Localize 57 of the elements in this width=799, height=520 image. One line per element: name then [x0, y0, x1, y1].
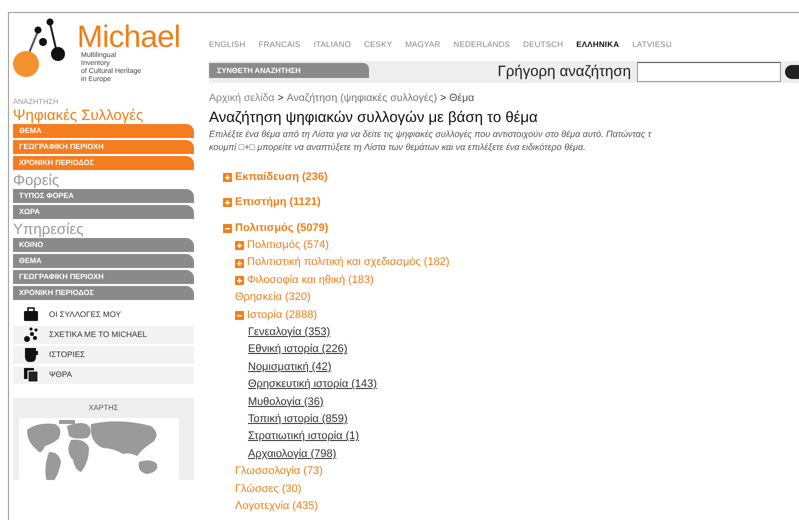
go-button[interactable] [785, 65, 799, 79]
expand-icon[interactable] [235, 276, 244, 285]
topic-link[interactable]: Πολιτιστική πολιτική και σχεδιασμός (182) [247, 254, 450, 272]
intro-text: Επιλέξτε ένα θέμα από τη Λίστα για να δείτε τις ψηφιακές συλλογές που αντιστοιχούν στο θέμα αυτό. Πατώντας τ [209, 128, 652, 141]
topic-link[interactable]: Γενεαλογία (353) [248, 324, 330, 342]
topic-link[interactable]: Νομισματική (42) [248, 358, 332, 376]
section-title: Ψηφιακές Συλλογές [13, 107, 144, 124]
collapse-icon[interactable] [235, 310, 244, 320]
topic-link[interactable]: Μυθολογία (36) [248, 394, 324, 412]
expand-icon[interactable] [223, 198, 232, 208]
topic-link[interactable]: Γλώσσες (30) [235, 480, 302, 498]
language-link[interactable]: DEUTSCH [523, 39, 564, 51]
sidebar-link[interactable]: ΣΧΕΤΙΚΑ ΜΕ ΤΟ MICHAEL [13, 326, 194, 344]
breadcrumb-link[interactable]: Αρχική σελίδα [209, 91, 274, 107]
language-link[interactable]: ITALIANO [314, 39, 352, 51]
language-link[interactable]: CESKY [364, 39, 392, 51]
topic-link[interactable]: Γλωσσολογία (73) [235, 463, 323, 481]
section-title: Φορείς [13, 172, 60, 190]
intro-text: κουμπί □+□ μπορείτε να αναπτύξετε τη Λίστα των θεμάτων και να επιλέξετε ένα ειδικότερο θέμα. [209, 140, 587, 154]
logo-wordmark: Michael [77, 21, 180, 52]
language-link[interactable]: ΕΛΛΗΝΙΚΑ [576, 39, 620, 51]
expand-icon[interactable] [235, 241, 244, 250]
topic-link[interactable]: Θρησκεία (320) [235, 289, 311, 307]
language-link[interactable]: FRANCAIS [258, 39, 301, 51]
sidebar-link[interactable]: ΙΣΤΟΡΙΕΣ [13, 346, 194, 364]
language-link[interactable]: MAGYAR [405, 39, 440, 51]
page-heading: Αναζήτηση ψηφιακών συλλογών με βάση το θέμα [209, 108, 539, 127]
section-title: Υπηρεσίες [13, 221, 84, 238]
topic-link[interactable]: Πολιτισμός (5079) [235, 220, 328, 237]
collapse-icon[interactable] [223, 224, 232, 233]
quick-search-label: Γρήγορη αναζήτηση [498, 62, 631, 82]
dots-icon [23, 327, 39, 344]
topic-link[interactable]: Τοπική ιστορία (859) [248, 411, 348, 428]
briefcase-icon [23, 307, 39, 324]
topic-link[interactable]: Εθνική ιστορία (226) [248, 341, 348, 359]
topic-link[interactable]: Λογοτεχνία (435) [235, 498, 318, 516]
topic-link[interactable]: Πολιτισμός (574) [247, 236, 329, 254]
breadcrumb-separator: > [440, 91, 446, 106]
expand-icon[interactable] [223, 172, 232, 182]
language-link[interactable]: ENGLISH [209, 39, 246, 51]
topic-link[interactable]: Αρχαιολογία (798) [248, 446, 336, 464]
breadcrumb-separator: > [278, 91, 284, 106]
quick-search-field[interactable] [637, 62, 781, 82]
cup-icon [23, 347, 39, 364]
breadcrumb-link[interactable]: Αναζήτηση (ψηφιακές συλλογές) [286, 91, 438, 107]
topic-link[interactable]: Ιστορία (2888) [247, 306, 318, 324]
topic-link[interactable]: Θρησκευτική ιστορία (143) [248, 376, 377, 394]
sidebar-link[interactable]: ΨΘΡΑ [13, 366, 194, 384]
breadcrumb-current: Θέμα [449, 91, 474, 106]
language-link[interactable]: NEDERLANDS [453, 39, 510, 51]
language-link[interactable]: LATVIESU [632, 39, 672, 51]
topic-link[interactable]: Εκπαίδευση (236) [235, 168, 328, 186]
topic-link[interactable]: Επιστήμη (1121) [235, 194, 321, 212]
topic-link[interactable]: Στρατιωτική ιστορία (1) [248, 428, 360, 446]
pages-icon [23, 367, 39, 384]
expand-icon[interactable] [235, 258, 244, 268]
topic-link[interactable]: Φιλοσοφία και ηθική (183) [247, 272, 374, 290]
